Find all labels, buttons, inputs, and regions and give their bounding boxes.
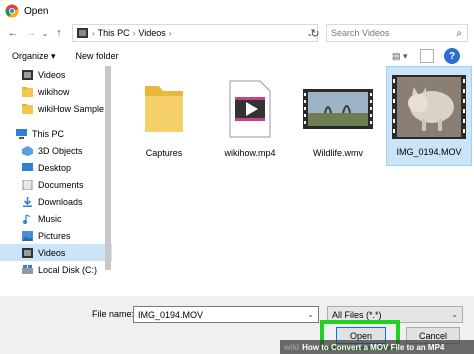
file-item-wildlife-wmv[interactable]: Wildlife.wmv: [296, 70, 380, 166]
back-button[interactable]: ←: [4, 24, 22, 42]
sidebar-item-music[interactable]: Music: [0, 210, 112, 227]
sidebar-item-pictures[interactable]: Pictures: [0, 227, 112, 244]
folder-icon: [22, 86, 33, 97]
change-view-button[interactable]: ▤ ▾: [392, 49, 414, 63]
up-button[interactable]: ↑: [50, 24, 68, 42]
file-name: Wildlife.wmv: [312, 148, 363, 158]
sidebar-item-label: wikihow: [38, 86, 70, 97]
sidebar-item-wikihow-sample[interactable]: wikiHow Sample: [0, 100, 112, 117]
title-bar: Open: [0, 0, 474, 22]
navigation-pane: Videos wikihow wikiHow Sample This PC 3D…: [0, 66, 114, 288]
file-list: Captures wikihow.mp4 Wildlife.wmv IMG_01…: [116, 66, 474, 288]
chrome-icon: [5, 4, 19, 18]
chevron-down-icon: ⌄: [41, 28, 49, 38]
refresh-button[interactable]: ↻: [306, 24, 324, 42]
search-placeholder: Search Videos: [331, 28, 390, 38]
forward-button[interactable]: →: [22, 24, 40, 42]
video-thumbnail: [392, 75, 466, 139]
file-name: wikihow.mp4: [224, 148, 276, 158]
navigation-bar: ← → ⌄ ↑ › This PC › Videos › ⌄ ↻ Search …: [0, 22, 474, 44]
sidebar-item-3d-objects[interactable]: 3D Objects: [0, 142, 112, 159]
file-item-img-0194-mov[interactable]: IMG_0194.MOV: [386, 66, 472, 166]
drive-icon: [22, 264, 33, 274]
breadcrumb-this-pc[interactable]: This PC: [98, 28, 130, 38]
sidebar-item-local-disk[interactable]: Local Disk (C:): [0, 261, 112, 278]
video-folder-icon: [22, 69, 33, 80]
pictures-icon: [22, 230, 33, 241]
back-arrow-icon: ←: [7, 27, 19, 39]
sidebar-item-label: Videos: [38, 69, 66, 80]
video-thumbnail: [303, 89, 373, 129]
address-bar[interactable]: › This PC › Videos › ⌄: [72, 24, 318, 42]
sidebar-item-label: Pictures: [38, 230, 71, 241]
new-folder-button[interactable]: New folder: [76, 51, 119, 61]
sidebar-item-label: 3D Objects: [38, 145, 83, 156]
command-toolbar: Organize ▾ New folder ▤ ▾ ?: [0, 44, 474, 68]
file-name-label: File name:: [92, 309, 135, 319]
computer-icon: [16, 128, 27, 139]
file-type-value: All Files (*.*): [332, 309, 382, 320]
file-name-value: IMG_0194.MOV: [138, 309, 204, 320]
organize-button[interactable]: Organize ▾: [12, 51, 56, 62]
file-name: Captures: [145, 148, 183, 158]
sidebar-item-desktop[interactable]: Desktop: [0, 159, 112, 176]
sidebar-item-label: This PC: [32, 128, 65, 139]
sidebar-item-label: Music: [38, 213, 62, 224]
video-file-icon: [229, 80, 271, 138]
chevron-down-icon: ⌄: [451, 310, 458, 319]
chevron-down-icon[interactable]: ⌄: [307, 310, 314, 319]
videos-icon: [22, 247, 33, 258]
sidebar-item-this-pc[interactable]: This PC: [0, 125, 112, 142]
sidebar-item-label: Downloads: [38, 196, 83, 207]
breadcrumb-separator: ›: [92, 28, 95, 38]
watermark-text: How to Convert a MOV File to an MP4: [302, 342, 445, 352]
file-item-wikihow-mp4[interactable]: wikihow.mp4: [208, 70, 292, 166]
sidebar-item-videos[interactable]: Videos: [0, 244, 112, 261]
3d-objects-icon: [22, 145, 33, 156]
sidebar-item-label: wikiHow Sample: [38, 103, 105, 114]
forward-arrow-icon: →: [25, 27, 37, 39]
file-item-captures[interactable]: Captures: [122, 70, 206, 166]
watermark-brand: wiki: [284, 342, 300, 352]
sidebar-item-wikihow[interactable]: wikihow: [0, 83, 112, 100]
breadcrumb-videos[interactable]: Videos: [138, 28, 165, 38]
sidebar-item-documents[interactable]: Documents: [0, 176, 112, 193]
watermark-banner: wiki How to Convert a MOV File to an MP4: [280, 340, 474, 354]
sidebar-item-label: Videos: [38, 247, 66, 258]
folder-icon: [145, 86, 183, 132]
breadcrumb-separator: ›: [168, 28, 172, 38]
sidebar-item-videos-quick[interactable]: Videos: [0, 66, 112, 83]
desktop-icon: [22, 162, 33, 171]
sidebar-item-label: Desktop: [38, 162, 72, 173]
up-arrow-icon: ↑: [56, 27, 62, 39]
sidebar-scrollbar[interactable]: [104, 66, 112, 288]
search-icon: ⌕: [456, 27, 462, 39]
sidebar-scrollbar-thumb[interactable]: [105, 66, 111, 270]
downloads-icon: [23, 196, 32, 207]
music-icon: [23, 213, 31, 224]
preview-pane-button[interactable]: [420, 49, 434, 63]
folder-icon: [22, 103, 33, 114]
recent-locations-button[interactable]: ⌄: [40, 24, 50, 42]
videos-location-icon: [77, 28, 88, 38]
refresh-icon: ↻: [310, 27, 320, 40]
sidebar-item-downloads[interactable]: Downloads: [0, 193, 112, 210]
window-title: Open: [24, 5, 49, 17]
documents-icon: [22, 179, 33, 190]
sidebar-item-label: Local Disk (C:): [38, 264, 98, 275]
file-name: IMG_0194.MOV: [396, 147, 462, 157]
sidebar-item-label: Documents: [38, 179, 84, 190]
breadcrumb-separator: ›: [132, 28, 136, 38]
file-name-field[interactable]: IMG_0194.MOV ⌄: [133, 306, 319, 323]
help-button[interactable]: ?: [444, 48, 460, 64]
search-input[interactable]: Search Videos ⌕: [326, 24, 468, 42]
